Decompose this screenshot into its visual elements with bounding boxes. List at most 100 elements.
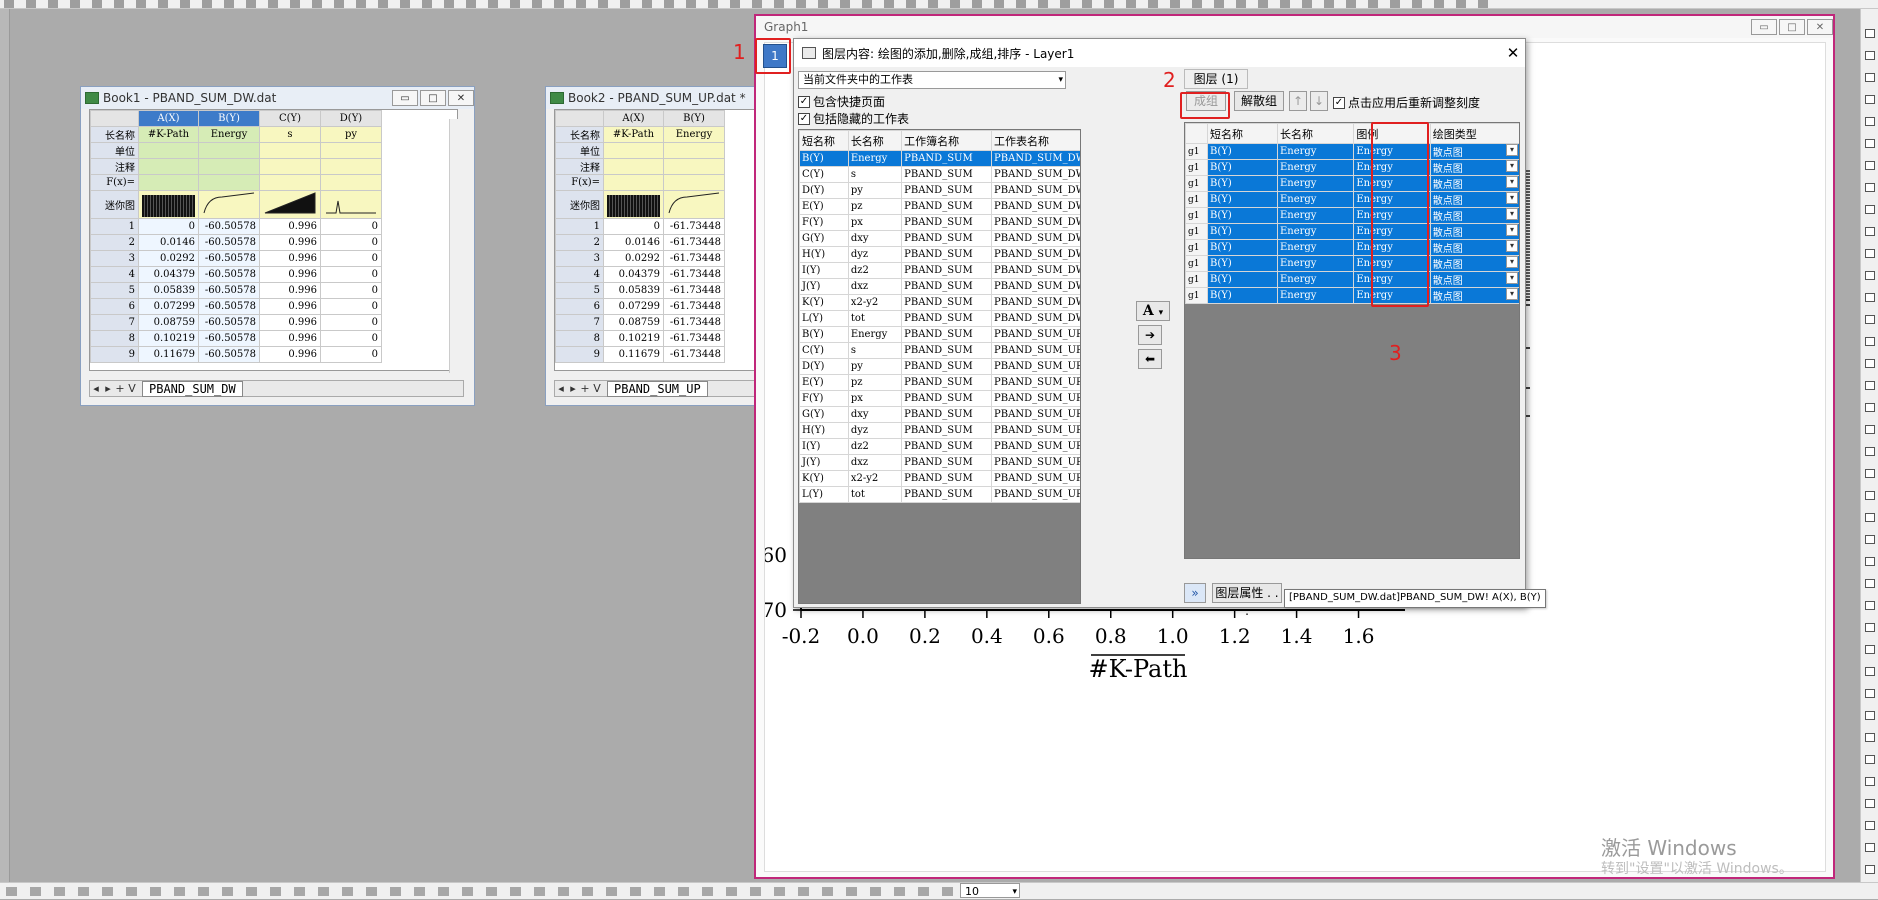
- table-row[interactable]: 8 0.10219 -61.73448: [555, 330, 725, 347]
- plot-row[interactable]: g1 B(Y) Energy Energy 散点图 ▾: [1185, 255, 1519, 272]
- data-cell[interactable]: 0: [320, 330, 382, 347]
- book2-window[interactable]: Book2 - PBAND_SUM_UP.dat * A(X) B(Y) 长名称 #K…: [545, 86, 755, 406]
- dataset-row[interactable]: B(Y) Energy PBAND_SUM PBAND_SUM_UP: [799, 326, 1080, 343]
- toolbar-icon[interactable]: [532, 0, 542, 8]
- data-cell[interactable]: 0.04379: [138, 266, 199, 283]
- toolbar-icon[interactable]: [1865, 557, 1875, 566]
- toolbar-icon[interactable]: [642, 0, 652, 8]
- toolbar-icon[interactable]: [268, 0, 278, 8]
- table-row[interactable]: 3 0.0292 -61.73448: [555, 250, 725, 267]
- dataset-row[interactable]: J(Y) dxz PBAND_SUM PBAND_SUM_DW: [799, 278, 1080, 295]
- meta-cell[interactable]: [663, 142, 725, 159]
- data-cell[interactable]: 0.08759: [138, 314, 199, 331]
- tab-add-button[interactable]: +: [114, 382, 126, 395]
- toolbar-icon[interactable]: [1236, 0, 1246, 8]
- data-cell[interactable]: -60.50578: [198, 234, 260, 251]
- toolbar-icon[interactable]: [750, 887, 761, 896]
- data-cell[interactable]: -60.50578: [198, 314, 260, 331]
- data-cell[interactable]: 0.996: [259, 250, 321, 267]
- toolbar-icon[interactable]: [422, 0, 432, 8]
- toolbar-icon[interactable]: [1280, 0, 1290, 8]
- tab-prev-button[interactable]: ◂: [90, 382, 102, 395]
- toolbar-icon[interactable]: [1865, 865, 1875, 874]
- toolbar-icon[interactable]: [444, 0, 454, 8]
- text-button[interactable]: A ▾: [1136, 301, 1170, 321]
- dropdown-arrow-icon[interactable]: ▾: [1506, 272, 1518, 284]
- toolbar-icon[interactable]: [726, 887, 737, 896]
- data-cell[interactable]: 0: [320, 314, 382, 331]
- dropdown-arrow-icon[interactable]: ▾: [1506, 256, 1518, 268]
- meta-cell[interactable]: [603, 142, 664, 159]
- toolbar-icon[interactable]: [400, 0, 410, 8]
- toolbar-icon[interactable]: [1865, 51, 1875, 60]
- toolbar-icon[interactable]: [870, 887, 881, 896]
- toolbar-icon[interactable]: [334, 0, 344, 8]
- dropdown-arrow-icon[interactable]: ▾: [1506, 288, 1518, 300]
- right-grid-header[interactable]: 长名称: [1276, 123, 1355, 144]
- table-row[interactable]: 6 0.07299 -61.73448: [555, 298, 725, 315]
- data-cell[interactable]: 0: [320, 266, 382, 283]
- meta-cell[interactable]: [320, 158, 382, 175]
- plot-row[interactable]: g1 B(Y) Energy Energy 散点图 ▾: [1185, 271, 1519, 288]
- meta-cell[interactable]: [198, 142, 260, 159]
- toolbar-icon[interactable]: [730, 0, 740, 8]
- toolbar-icon[interactable]: [294, 887, 305, 896]
- tab-next-button[interactable]: ▸: [567, 382, 579, 395]
- dialog-close-icon[interactable]: ✕: [1501, 44, 1525, 62]
- dataset-row[interactable]: F(Y) px PBAND_SUM PBAND_SUM_UP: [799, 390, 1080, 407]
- plot-row[interactable]: g1 B(Y) Energy Energy 散点图 ▾: [1185, 207, 1519, 224]
- toolbar-icon[interactable]: [1060, 0, 1070, 8]
- toolbar-icon[interactable]: [312, 0, 322, 8]
- toolbar-icon[interactable]: [378, 0, 388, 8]
- toolbar-icon[interactable]: [126, 887, 137, 896]
- meta-cell[interactable]: [603, 158, 664, 175]
- table-row[interactable]: 5 0.05839 -61.73448: [555, 282, 725, 299]
- table-row[interactable]: 4 0.04379 -60.50578 0.996 0: [90, 266, 382, 283]
- toolbar-icon[interactable]: [1038, 0, 1048, 8]
- toolbar-icon[interactable]: [486, 887, 497, 896]
- minimize-button[interactable]: ▭: [392, 90, 418, 106]
- book1-window[interactable]: Book1 - PBAND_SUM_DW.dat ▭ □ ✕ A(X) B(Y) C…: [80, 86, 475, 406]
- dataset-row[interactable]: C(Y) s PBAND_SUM PBAND_SUM_UP: [799, 342, 1080, 359]
- toolbar-icon[interactable]: [30, 887, 41, 896]
- toolbar-icon[interactable]: [702, 887, 713, 896]
- data-cell[interactable]: 0: [320, 282, 382, 299]
- data-cell[interactable]: 0.0146: [603, 234, 664, 251]
- data-cell[interactable]: 0.10219: [138, 330, 199, 347]
- toolbar-icon[interactable]: [136, 0, 146, 8]
- toolbar-icon[interactable]: [928, 0, 938, 8]
- tab-next-button[interactable]: ▸: [102, 382, 114, 395]
- data-cell[interactable]: -61.73448: [663, 314, 725, 331]
- toolbar-icon[interactable]: [582, 887, 593, 896]
- meta-cell[interactable]: [259, 142, 321, 159]
- toolbar-icon[interactable]: [222, 887, 233, 896]
- toolbar-icon[interactable]: [270, 887, 281, 896]
- toolbar-icon[interactable]: [1346, 0, 1356, 8]
- tab-list-button[interactable]: V: [591, 382, 603, 395]
- meta-cell[interactable]: Energy: [198, 126, 260, 143]
- table-row[interactable]: 9 0.11679 -60.50578 0.996 0: [90, 346, 382, 363]
- toolbar-icon[interactable]: [150, 887, 161, 896]
- remove-arrow-icon[interactable]: ⬅: [1138, 349, 1162, 369]
- data-cell[interactable]: 0.11679: [603, 346, 664, 363]
- toolbar-icon[interactable]: [158, 0, 168, 8]
- tab-add-button[interactable]: +: [579, 382, 591, 395]
- meta-cell[interactable]: [138, 142, 199, 159]
- toolbar-icon[interactable]: [1865, 733, 1875, 742]
- toolbar-icon[interactable]: [180, 0, 190, 8]
- plot-cell[interactable]: 散点图 ▾: [1429, 255, 1519, 272]
- zoom-combo[interactable]: 10 ▾: [960, 883, 1020, 898]
- toolbar-icon[interactable]: [318, 887, 329, 896]
- toolbar-icon[interactable]: [752, 0, 762, 8]
- data-cell[interactable]: 0.04379: [603, 266, 664, 283]
- toolbar-icon[interactable]: [1865, 271, 1875, 280]
- toolbar-icon[interactable]: [174, 887, 185, 896]
- dataset-row[interactable]: D(Y) py PBAND_SUM PBAND_SUM_UP: [799, 358, 1080, 375]
- data-cell[interactable]: 0.996: [259, 218, 321, 235]
- table-row[interactable]: 1 0 -60.50578 0.996 0: [90, 218, 382, 235]
- toolbar-icon[interactable]: [1865, 73, 1875, 82]
- toolbar-icon[interactable]: [1865, 513, 1875, 522]
- data-cell[interactable]: 0: [320, 346, 382, 363]
- toolbar-icon[interactable]: [1865, 601, 1875, 610]
- toolbar-icon[interactable]: [1170, 0, 1180, 8]
